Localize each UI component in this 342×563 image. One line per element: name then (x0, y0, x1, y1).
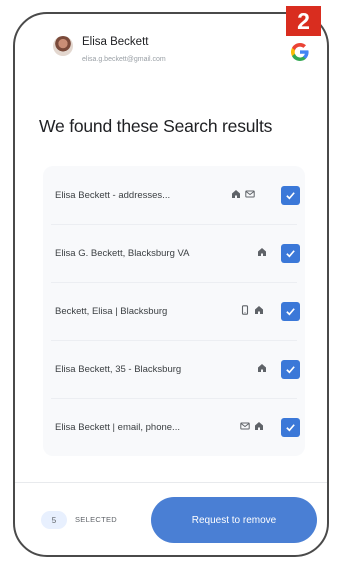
check-icon (286, 192, 295, 200)
home-icon (255, 306, 263, 314)
result-checkbox[interactable] (281, 418, 300, 437)
list-item[interactable]: Beckett, Elisa | Blacksburg (43, 282, 305, 338)
avatar[interactable] (53, 36, 73, 56)
phone-frame: Elisa Beckett elisa.g.beckett@gmail.com … (13, 12, 329, 557)
result-checkbox[interactable] (281, 244, 300, 263)
home-icon (232, 190, 240, 198)
home-icon (258, 364, 266, 372)
home-icon (255, 422, 263, 430)
result-label: Elisa G. Beckett, Blacksburg VA (55, 248, 190, 259)
result-icons (231, 189, 255, 199)
check-icon (286, 366, 295, 374)
results-list: Elisa Beckett - addresses... Elisa G. Be… (43, 166, 305, 456)
list-item[interactable]: Elisa Beckett - addresses... (43, 166, 305, 222)
google-g-icon (289, 42, 311, 64)
account-email: elisa.g.beckett@gmail.com (82, 56, 166, 63)
list-item[interactable]: Elisa Beckett, 35 - Blacksburg (43, 340, 305, 396)
list-item[interactable]: Elisa Beckett | email, phone... (43, 398, 305, 454)
result-icons (240, 305, 264, 315)
result-checkbox[interactable] (281, 186, 300, 205)
list-item[interactable]: Elisa G. Beckett, Blacksburg VA (43, 224, 305, 280)
check-icon (286, 308, 295, 316)
mail-icon (245, 190, 255, 198)
result-icons (240, 421, 264, 431)
result-checkbox[interactable] (281, 360, 300, 379)
home-icon (258, 248, 266, 256)
account-name: Elisa Beckett (82, 36, 149, 48)
selected-count-badge: 5 (41, 511, 67, 529)
result-icons (257, 247, 267, 257)
check-icon (286, 250, 295, 258)
result-label: Beckett, Elisa | Blacksburg (55, 306, 168, 317)
account-header: Elisa Beckett elisa.g.beckett@gmail.com (49, 36, 319, 76)
page-title: We found these Search results (39, 116, 273, 136)
result-icons (257, 363, 267, 373)
check-icon (286, 424, 295, 432)
mail-icon (240, 422, 250, 430)
selected-label: SELECTED (75, 515, 117, 524)
result-label: Elisa Beckett, 35 - Blacksburg (55, 364, 182, 375)
result-label: Elisa Beckett - addresses... (55, 190, 171, 201)
footer-divider (15, 482, 327, 483)
result-label: Elisa Beckett | email, phone... (55, 422, 180, 433)
step-number-badge: 2 (286, 6, 321, 36)
result-checkbox[interactable] (281, 302, 300, 321)
request-to-remove-button[interactable]: Request to remove (151, 497, 317, 543)
phone-icon (241, 305, 249, 315)
